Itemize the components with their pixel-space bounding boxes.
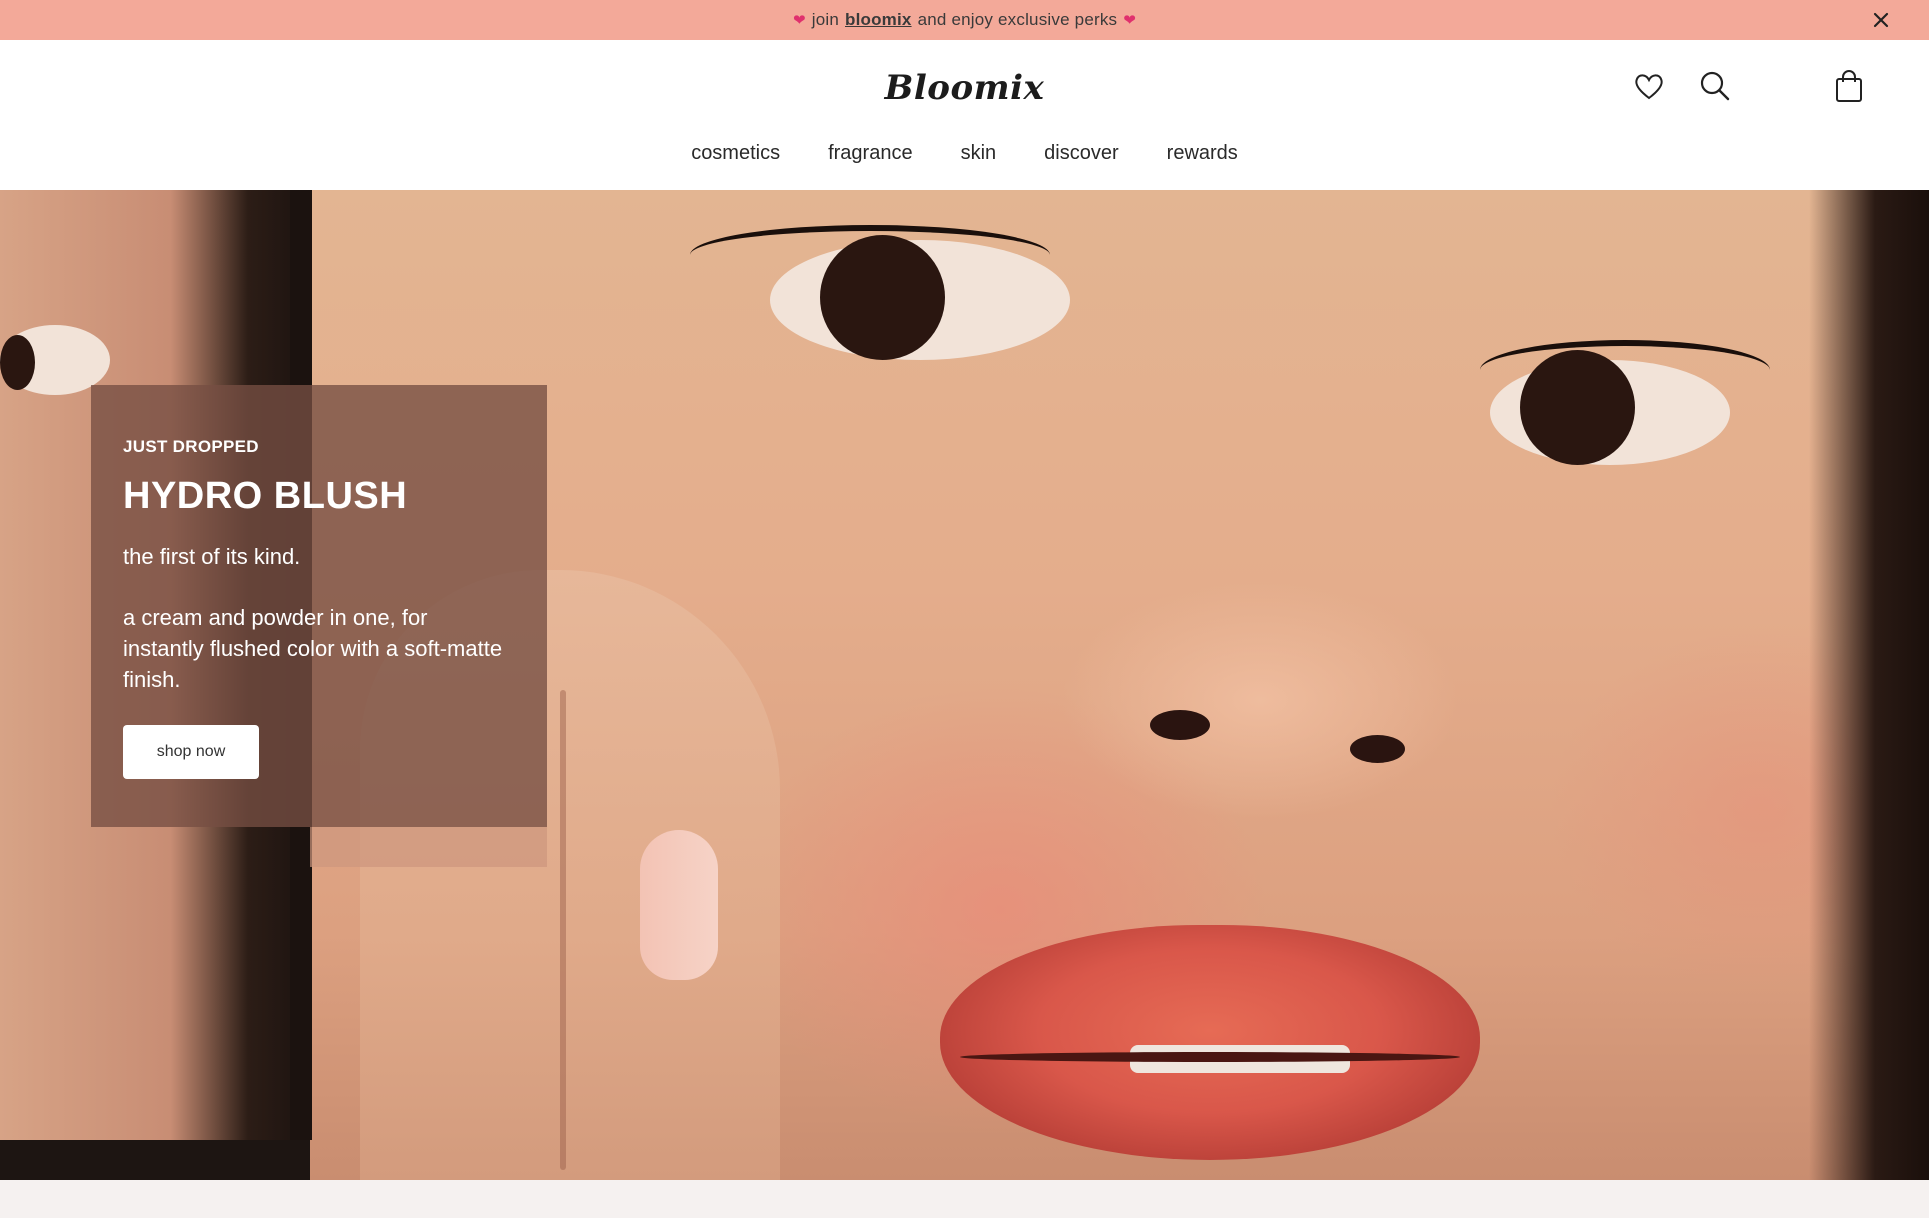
promo-kicker: JUST DROPPED: [123, 437, 259, 456]
heart-icon: ❤: [792, 12, 806, 29]
nav-item-cosmetics[interactable]: cosmetics: [691, 142, 780, 165]
nose-highlight: [1060, 580, 1460, 820]
hero-banner: JUST DROPPED HYDRO BLUSH the first of it…: [0, 190, 1929, 1180]
announcement-prefix: join: [811, 10, 839, 29]
nav-item-discover[interactable]: discover: [1044, 142, 1118, 165]
shopping-bag-icon[interactable]: [1829, 66, 1869, 106]
close-icon[interactable]: [1871, 10, 1891, 30]
lash-right: [1480, 340, 1770, 400]
search-icon[interactable]: [1695, 66, 1735, 106]
hair-right: [1809, 190, 1929, 1180]
announcement-suffix: and enjoy exclusive perks: [917, 10, 1118, 29]
lash-left: [690, 225, 1050, 285]
below-fold-section: [0, 1180, 1929, 1218]
header-icons: [1529, 66, 1929, 106]
announcement-brand-link[interactable]: bloomix: [845, 10, 912, 30]
nav-item-rewards[interactable]: rewards: [1167, 142, 1238, 165]
site-header: Bloomix cosmetics fragrance skin discove…: [0, 40, 1929, 190]
fingernail: [640, 830, 718, 980]
finger-gap: [560, 690, 566, 1170]
promo-card: JUST DROPPED HYDRO BLUSH the first of it…: [91, 385, 547, 827]
nav-item-skin[interactable]: skin: [961, 142, 997, 165]
side-iris: [0, 335, 35, 390]
promo-subtitle: the first of its kind.: [123, 544, 301, 569]
lips: [940, 925, 1480, 1160]
nostril-left: [1150, 710, 1210, 740]
lip-line: [960, 1052, 1460, 1062]
nav-item-fragrance[interactable]: fragrance: [828, 142, 913, 165]
main-nav: cosmetics fragrance skin discover reward…: [0, 142, 1929, 165]
wishlist-heart-icon[interactable]: [1629, 66, 1669, 106]
promo-card-extension: [310, 827, 547, 867]
heart-icon: ❤: [1123, 12, 1137, 29]
promo-description: a cream and powder in one, for instantly…: [123, 605, 503, 692]
nostril-right: [1350, 735, 1405, 763]
promo-title: HYDRO BLUSH: [123, 475, 408, 517]
announcement-bar: ❤ join bloomix and enjoy exclusive perks…: [0, 0, 1929, 40]
hero-side-image-base: [0, 1140, 310, 1180]
shop-now-button[interactable]: shop now: [123, 725, 259, 779]
